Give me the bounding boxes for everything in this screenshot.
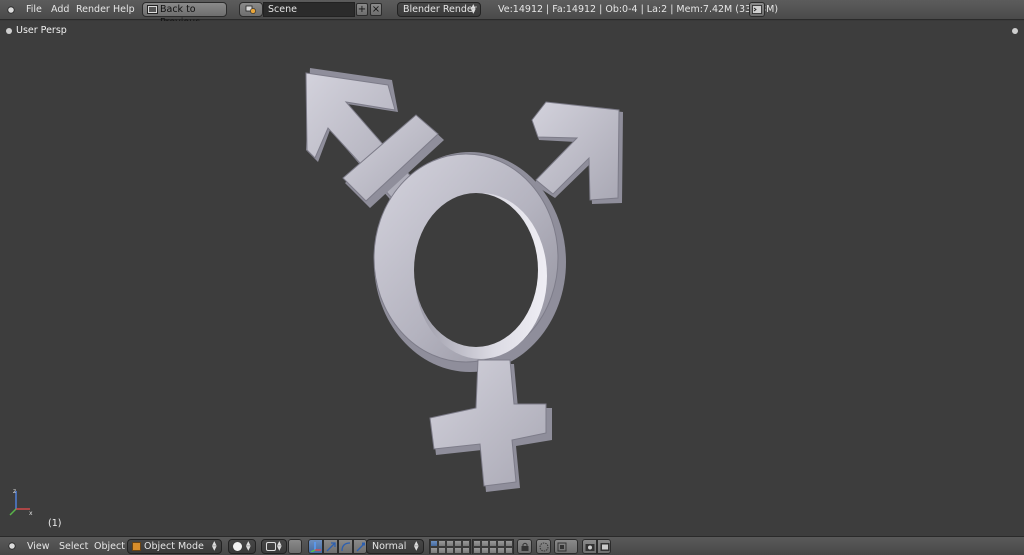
editor-type-icon[interactable]: [6, 5, 16, 15]
layer-button[interactable]: [497, 547, 505, 554]
layer-button[interactable]: [473, 540, 481, 547]
transgender-symbol-model[interactable]: [0, 21, 1024, 536]
svg-text:z: z: [13, 488, 16, 495]
rotate-icon: [341, 542, 351, 552]
menu-select[interactable]: Select: [59, 541, 88, 552]
layer-button[interactable]: [438, 540, 446, 547]
menu-render[interactable]: Render: [76, 4, 110, 16]
menu-add[interactable]: Add: [51, 4, 69, 16]
female-male-arrow: [531, 101, 623, 204]
viewport-shading-select[interactable]: ▲ ▼: [228, 539, 256, 554]
layer-button[interactable]: [505, 540, 513, 547]
render-engine-select[interactable]: Blender Render ▲ ▼: [397, 2, 481, 17]
screen-back-icon: [147, 5, 158, 14]
layer-button[interactable]: [438, 547, 446, 554]
layer-button[interactable]: [505, 547, 513, 554]
info-header: File Add Render Help Back to Previous Sc…: [0, 0, 1024, 28]
updown-arrows-icon: ▲ ▼: [414, 540, 419, 552]
scene-browse-button[interactable]: [239, 2, 263, 17]
pivot-icon: [266, 542, 276, 551]
menu-object[interactable]: Object: [94, 541, 125, 552]
scene-icon: [245, 5, 256, 14]
layer-button[interactable]: [462, 540, 470, 547]
translate-manipulator-button[interactable]: [323, 539, 338, 554]
snap-icon: [557, 542, 567, 552]
arrow-icon: [326, 542, 336, 552]
lock-to-scene-button[interactable]: [517, 539, 532, 554]
add-scene-button[interactable]: +: [356, 3, 368, 16]
proportional-icon: [539, 542, 549, 552]
scene-statistics: Ve:14912 | Fa:14912 | Ob:0-4 | La:2 | Me…: [498, 4, 779, 15]
scene-layers-group-2[interactable]: [472, 539, 514, 554]
svg-text:x: x: [29, 510, 33, 517]
render-engine-label: Blender Render: [403, 4, 477, 15]
transform-orientation-label: Normal: [372, 541, 407, 552]
render-animation-icon: [600, 543, 610, 551]
manipulator-icon: [310, 542, 321, 552]
editor-type-icon[interactable]: [7, 541, 17, 551]
layer-button[interactable]: [454, 547, 462, 554]
frame-indicator: (1): [48, 518, 62, 529]
object-mode-icon: [132, 542, 141, 551]
pivot-only-locations-button[interactable]: [288, 539, 302, 554]
lock-icon: [521, 542, 529, 551]
3d-view-header: View Select Object Object Mode ▲ ▼ ▲ ▼ ▲ ▼ …: [0, 536, 1024, 555]
updown-arrows-icon: ▲ ▼: [277, 540, 282, 552]
layer-button[interactable]: [446, 547, 454, 554]
layer-button[interactable]: [489, 547, 497, 554]
updown-arrows-icon: ▲ ▼: [471, 3, 476, 15]
console-toggle-button[interactable]: [749, 2, 765, 17]
proportional-editing-button[interactable]: [536, 539, 551, 554]
layer-button[interactable]: [481, 547, 489, 554]
layer-button[interactable]: [497, 540, 505, 547]
layer-button[interactable]: [473, 547, 481, 554]
transform-orientation-select[interactable]: Normal ▲ ▼: [366, 539, 424, 554]
layer-button[interactable]: [454, 540, 462, 547]
rotate-manipulator-button[interactable]: [338, 539, 353, 554]
snap-element-select[interactable]: [554, 539, 578, 554]
render-animation-button[interactable]: [597, 539, 611, 554]
layer-button[interactable]: [430, 540, 438, 547]
pivot-point-select[interactable]: ▲ ▼: [261, 539, 287, 554]
manipulator-toggle-button[interactable]: [308, 539, 323, 554]
3d-viewport[interactable]: User Persp z x (1): [0, 21, 1024, 536]
scale-manipulator-button[interactable]: [353, 539, 367, 554]
updown-arrows-icon: ▲ ▼: [212, 540, 217, 552]
scale-icon: [356, 542, 365, 552]
axis-gizmo-icon: z x: [9, 488, 33, 517]
menu-view[interactable]: View: [27, 541, 50, 552]
back-to-previous-button[interactable]: Back to Previous: [142, 2, 227, 28]
solid-shading-icon: [233, 542, 242, 551]
interaction-mode-label: Object Mode: [144, 541, 204, 552]
scene-name-field[interactable]: Scene: [263, 2, 355, 17]
layer-button[interactable]: [430, 547, 438, 554]
menu-help[interactable]: Help: [113, 4, 135, 16]
female-cross: [429, 359, 552, 492]
layer-button[interactable]: [446, 540, 454, 547]
interaction-mode-select[interactable]: Object Mode ▲ ▼: [127, 539, 222, 554]
delete-scene-button[interactable]: ×: [370, 3, 382, 16]
layer-button[interactable]: [481, 540, 489, 547]
console-icon: [752, 5, 762, 14]
render-button[interactable]: [582, 539, 597, 554]
updown-arrows-icon: ▲ ▼: [246, 540, 251, 552]
menu-file[interactable]: File: [26, 4, 42, 16]
render-still-icon: [585, 544, 595, 551]
layer-button[interactable]: [462, 547, 470, 554]
layer-button[interactable]: [489, 540, 497, 547]
scene-layers-group-1[interactable]: [429, 539, 471, 554]
ring: [373, 152, 566, 372]
